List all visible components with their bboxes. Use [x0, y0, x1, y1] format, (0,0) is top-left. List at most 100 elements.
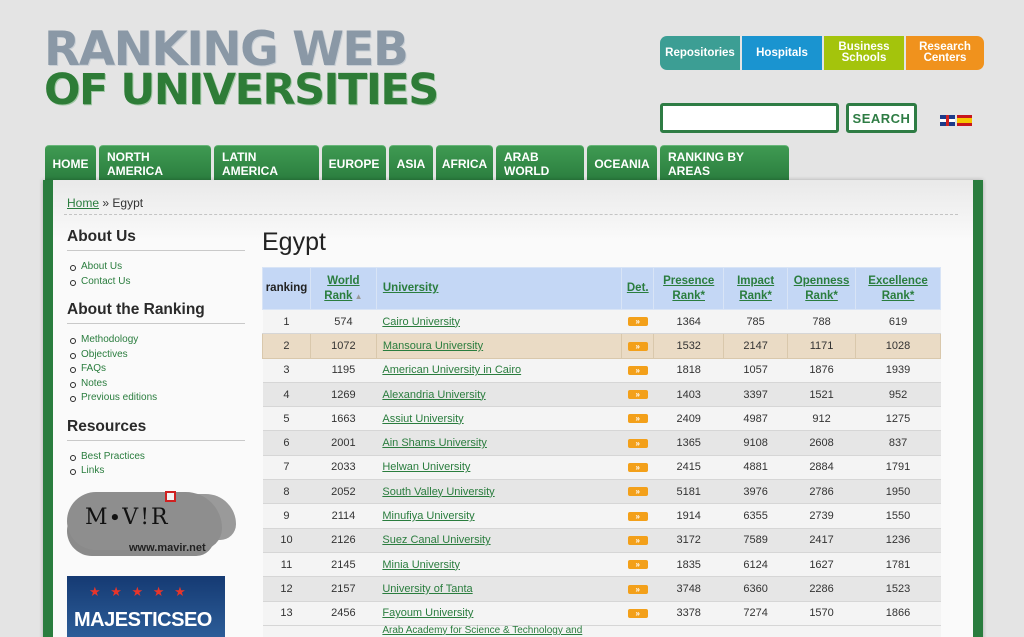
table-row: 2 1072 Mansoura University » 1532 2147 1171 102…	[262, 333, 941, 359]
col-impact[interactable]: Impact Rank*	[723, 267, 789, 310]
col-world-rank[interactable]: World Rank ▲	[309, 267, 377, 310]
sidebar-item-about-us[interactable]: About Us	[69, 260, 245, 275]
details-arrow-icon[interactable]: »	[627, 414, 648, 424]
details-arrow-icon[interactable]: »	[627, 463, 648, 473]
details-arrow-icon[interactable]: »	[627, 560, 648, 570]
details-arrow-icon[interactable]: »	[627, 487, 648, 497]
cell-university-link[interactable]: Minufiya University	[376, 503, 622, 529]
cell-det[interactable]: »	[621, 406, 654, 432]
details-arrow-icon[interactable]: »	[627, 511, 648, 521]
details-arrow-icon[interactable]: »	[627, 317, 648, 327]
impact-header-link[interactable]: Impact Rank*	[737, 275, 774, 302]
sidebar-item-faqs[interactable]: FAQs	[69, 362, 245, 377]
details-arrow-icon[interactable]: »	[627, 390, 648, 400]
cell-university-link[interactable]: Ain Shams University	[376, 430, 622, 456]
cell-university-link[interactable]: Cairo University	[376, 308, 622, 335]
cell-det[interactable]: »	[621, 357, 654, 383]
openness-rank-label: Rank*	[805, 289, 838, 302]
stars-icon: ★ ★ ★ ★ ★	[89, 584, 189, 599]
mavir-square-icon	[165, 491, 176, 502]
search-button[interactable]: SEARCH	[846, 103, 917, 133]
cell-openness: 2608	[787, 430, 856, 456]
sort-asc-icon[interactable]: ▲	[352, 292, 363, 301]
cell-det[interactable]: »	[621, 503, 654, 529]
cell-university-link[interactable]: Helwan University	[376, 454, 622, 481]
cell-university-link[interactable]: Arab Academy for Science & Technology an…	[376, 624, 622, 637]
presence-header-link[interactable]: Presence Rank*	[663, 275, 714, 302]
cell-university-link[interactable]: Assiut University	[376, 406, 622, 432]
search-input[interactable]	[660, 103, 839, 133]
cell-det[interactable]: »	[621, 454, 654, 481]
details-arrow-icon[interactable]: »	[627, 365, 648, 375]
cell-det[interactable]: »	[621, 551, 654, 578]
business-schools-button[interactable]: Business Schools	[824, 36, 904, 70]
details-arrow-icon[interactable]: »	[627, 584, 648, 594]
site-logo[interactable]: RANKING WEB OF UNIVERSITIES	[44, 26, 439, 112]
majestic-seo-logo[interactable]: ★ ★ ★ ★ ★ MAJESTICSEO	[67, 576, 225, 637]
nav-oceania[interactable]: OCEANIA	[587, 145, 657, 181]
nav-africa[interactable]: AFRICA	[436, 145, 493, 181]
cell-det[interactable]: »	[621, 527, 654, 553]
col-presence[interactable]: Presence Rank*	[653, 267, 725, 310]
cell-excellence: 837	[855, 430, 941, 456]
col-det[interactable]: Det.	[621, 267, 655, 310]
cell-det[interactable]: »	[621, 576, 654, 602]
sidebar-item-objectives[interactable]: Objectives	[69, 348, 245, 363]
cell-university-link[interactable]: American University in Cairo	[376, 357, 622, 383]
sidebar-item-links[interactable]: Links	[69, 464, 245, 479]
cell-ranking: 7	[262, 454, 311, 481]
details-arrow-icon[interactable]: »	[627, 341, 648, 351]
details-arrow-icon[interactable]: »	[627, 438, 648, 448]
sidebar-item-contact-us[interactable]: Contact Us	[69, 275, 245, 290]
nav-north-america[interactable]: NORTH AMERICA	[99, 145, 211, 181]
breadcrumb-home-link[interactable]: Home	[67, 196, 99, 210]
cell-det[interactable]: »	[621, 333, 655, 359]
col-university[interactable]: University	[375, 267, 623, 310]
cell-university-link[interactable]: Mansoura University	[375, 333, 623, 359]
cell-university-link[interactable]: Alexandria University	[376, 381, 622, 408]
col-excellence[interactable]: Excellence Rank*	[855, 267, 941, 310]
nav-europe[interactable]: EUROPE	[322, 145, 386, 181]
cell-university-link[interactable]: South Valley University	[376, 479, 622, 505]
nav-asia[interactable]: ASIA	[389, 145, 433, 181]
excellence-header-link[interactable]: Excellence Rank*	[868, 275, 927, 302]
cell-university-link[interactable]: Minia University	[376, 551, 622, 578]
university-header-link[interactable]: University	[383, 282, 439, 294]
cell-university-link[interactable]: Fayoum University	[376, 600, 622, 626]
nav-latin-america[interactable]: LATIN AMERICA	[214, 145, 319, 181]
cell-impact: 2147	[723, 333, 789, 359]
cell-impact: 3397	[723, 381, 788, 408]
sidebar-item-previous-editions[interactable]: Previous editions	[69, 391, 245, 406]
uk-flag-icon[interactable]	[940, 115, 955, 126]
cell-openness: 1521	[787, 381, 856, 408]
nav-ranking-by-areas[interactable]: RANKING BY AREAS	[660, 145, 789, 181]
cell-det[interactable]: »	[621, 479, 654, 505]
hospitals-button[interactable]: Hospitals	[742, 36, 822, 70]
cell-university-link[interactable]: Suez Canal University	[376, 527, 622, 553]
det-header-link[interactable]: Det.	[627, 282, 649, 294]
repositories-button[interactable]: Repositories	[660, 36, 740, 70]
cell-det[interactable]: »	[621, 430, 654, 456]
col-openness[interactable]: Openness Rank*	[787, 267, 857, 310]
about-us-heading: About Us	[67, 228, 245, 251]
spain-flag-icon[interactable]	[957, 115, 972, 126]
nav-arab-world[interactable]: ARAB WORLD	[496, 145, 584, 181]
research-centers-button[interactable]: Research Centers	[906, 36, 984, 70]
sidebar-item-best-practices[interactable]: Best Practices	[69, 450, 245, 465]
mavir-logo[interactable]: M∙V!R www.mavir.net	[67, 487, 225, 557]
sidebar-item-notes[interactable]: Notes	[69, 377, 245, 392]
cell-det[interactable]: »	[621, 308, 654, 335]
table-row: 10 2126 Suez Canal University » 3172 7589 2417…	[262, 527, 941, 553]
cell-university-link[interactable]: University of Tanta	[376, 576, 622, 602]
details-arrow-icon[interactable]: »	[627, 535, 648, 545]
about-us-list: About Us Contact Us	[69, 260, 245, 289]
resources-heading: Resources	[67, 418, 245, 441]
cell-ranking: 5	[262, 406, 311, 432]
cell-det[interactable]: »	[621, 600, 654, 626]
sidebar-item-methodology[interactable]: Methodology	[69, 333, 245, 348]
openness-header-link[interactable]: Openness Rank*	[794, 275, 850, 302]
cell-det[interactable]: »	[621, 381, 654, 408]
details-arrow-icon[interactable]: »	[627, 608, 648, 618]
nav-home[interactable]: HOME	[45, 145, 96, 181]
cell-presence: 1914	[653, 503, 724, 529]
